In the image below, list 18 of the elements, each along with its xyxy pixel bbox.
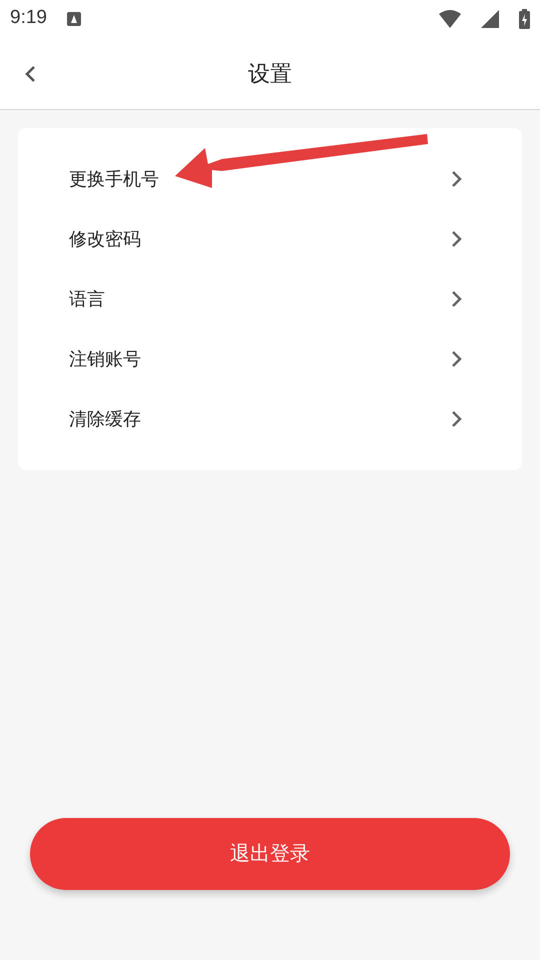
page-title: 设置	[248, 60, 292, 88]
chevron-icon	[451, 350, 462, 368]
settings-item[interactable]: 修改密码	[18, 209, 522, 269]
chevron-icon	[451, 290, 462, 308]
settings-item[interactable]: 清除缓存	[18, 389, 522, 449]
chevron-icon	[451, 230, 462, 248]
settings-item[interactable]: 更换手机号	[18, 149, 522, 209]
settings-item[interactable]: 注销账号	[18, 329, 522, 389]
back-icon	[24, 65, 36, 83]
status-time: 9:19	[10, 6, 47, 30]
signal-icon	[481, 10, 499, 28]
settings-item[interactable]: 语言	[18, 269, 522, 329]
wifi-icon	[439, 10, 461, 28]
chevron-icon	[451, 410, 462, 428]
battery-icon	[519, 8, 530, 28]
notification-icon	[66, 12, 81, 26]
logout-button[interactable]: 退出登录	[30, 818, 510, 890]
chevron-icon	[451, 170, 462, 188]
